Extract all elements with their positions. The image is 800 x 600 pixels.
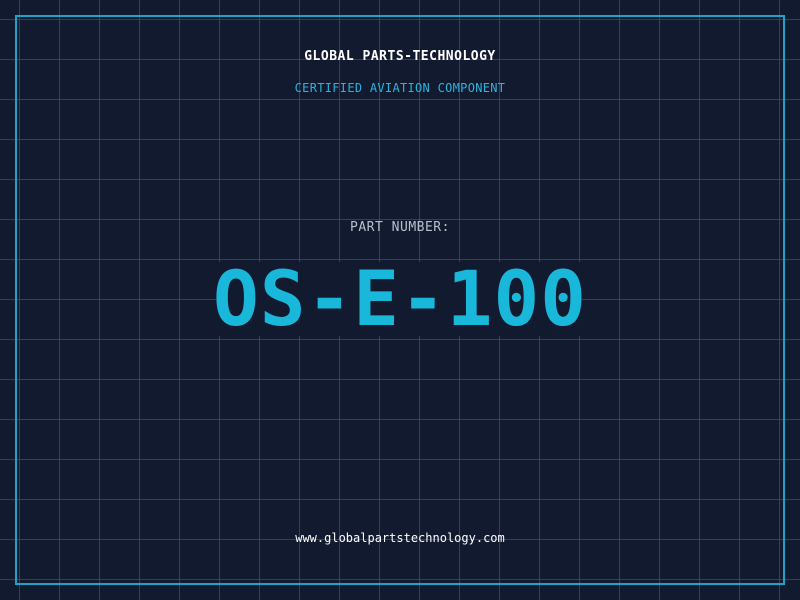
company-name: GLOBAL PARTS-TECHNOLOGY	[304, 49, 496, 64]
certification-subtitle: CERTIFIED AVIATION COMPONENT	[294, 81, 506, 95]
part-number-label: PART NUMBER:	[350, 220, 450, 235]
label-card: GLOBAL PARTS-TECHNOLOGY CERTIFIED AVIATI…	[0, 0, 800, 600]
part-number-value: OS-E-100	[212, 254, 588, 343]
website-url: www.globalpartstechnology.com	[295, 531, 505, 545]
